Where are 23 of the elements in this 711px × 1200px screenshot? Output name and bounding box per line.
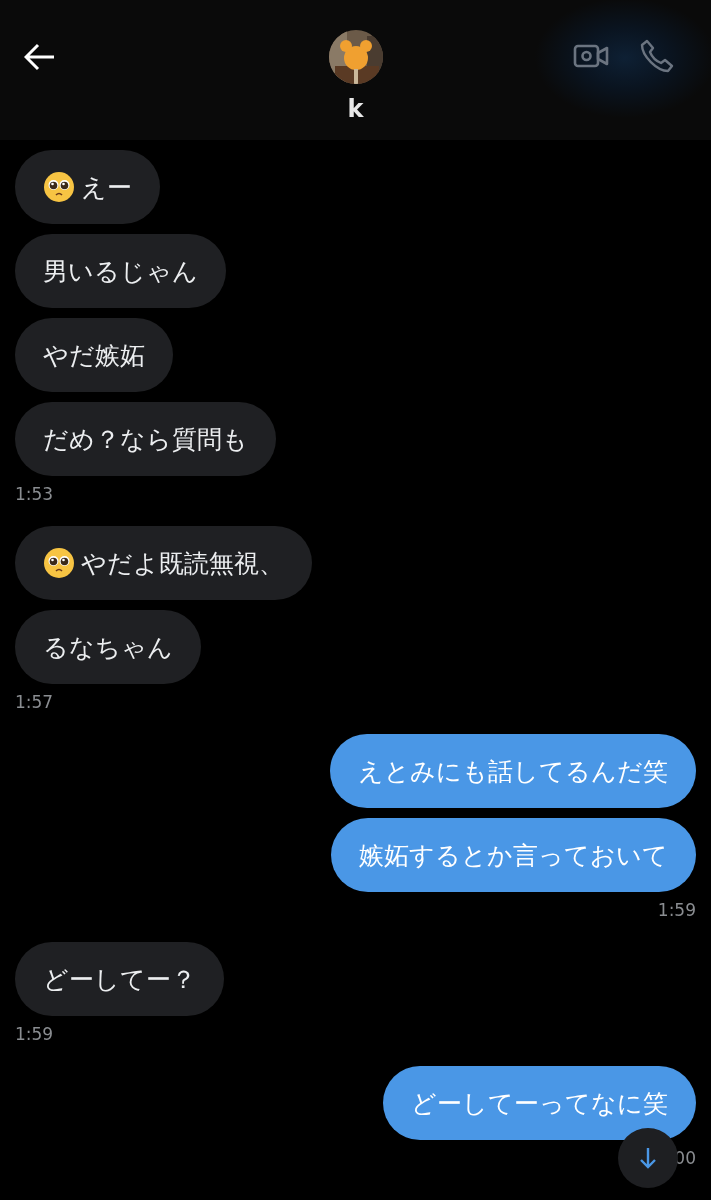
timestamp: 1:59 <box>15 1024 54 1044</box>
message-text: どーしてー？ <box>43 963 196 996</box>
back-arrow-icon <box>24 42 56 72</box>
timestamp: 1:57 <box>15 692 54 712</box>
message-text: だめ？なら質問も <box>43 423 248 456</box>
message-text: えとみにも話してるんだ笑 <box>358 755 668 788</box>
down-arrow-icon <box>639 1147 657 1169</box>
message-text: 男いるじゃん <box>43 255 198 288</box>
message-text: るなちゃん <box>43 631 173 664</box>
message-text: やだよ既読無視、 <box>81 547 284 580</box>
message-text: やだ嫉妬 <box>43 339 145 372</box>
message-text: どーしてーってなに笑 <box>411 1087 668 1120</box>
voice-call-button[interactable] <box>639 38 675 74</box>
back-button[interactable] <box>24 42 56 72</box>
message-text: 嫉妬するとか言っておいて <box>359 839 668 872</box>
pleading-face-icon <box>43 547 75 579</box>
contact-name: k <box>347 94 364 124</box>
message-text: えー <box>81 171 132 204</box>
pleading-face-icon <box>43 171 75 203</box>
timestamp: 1:59 <box>657 900 696 920</box>
phone-icon <box>639 38 675 74</box>
timestamp: 1:53 <box>15 484 54 504</box>
scroll-down-button[interactable] <box>618 1128 678 1188</box>
